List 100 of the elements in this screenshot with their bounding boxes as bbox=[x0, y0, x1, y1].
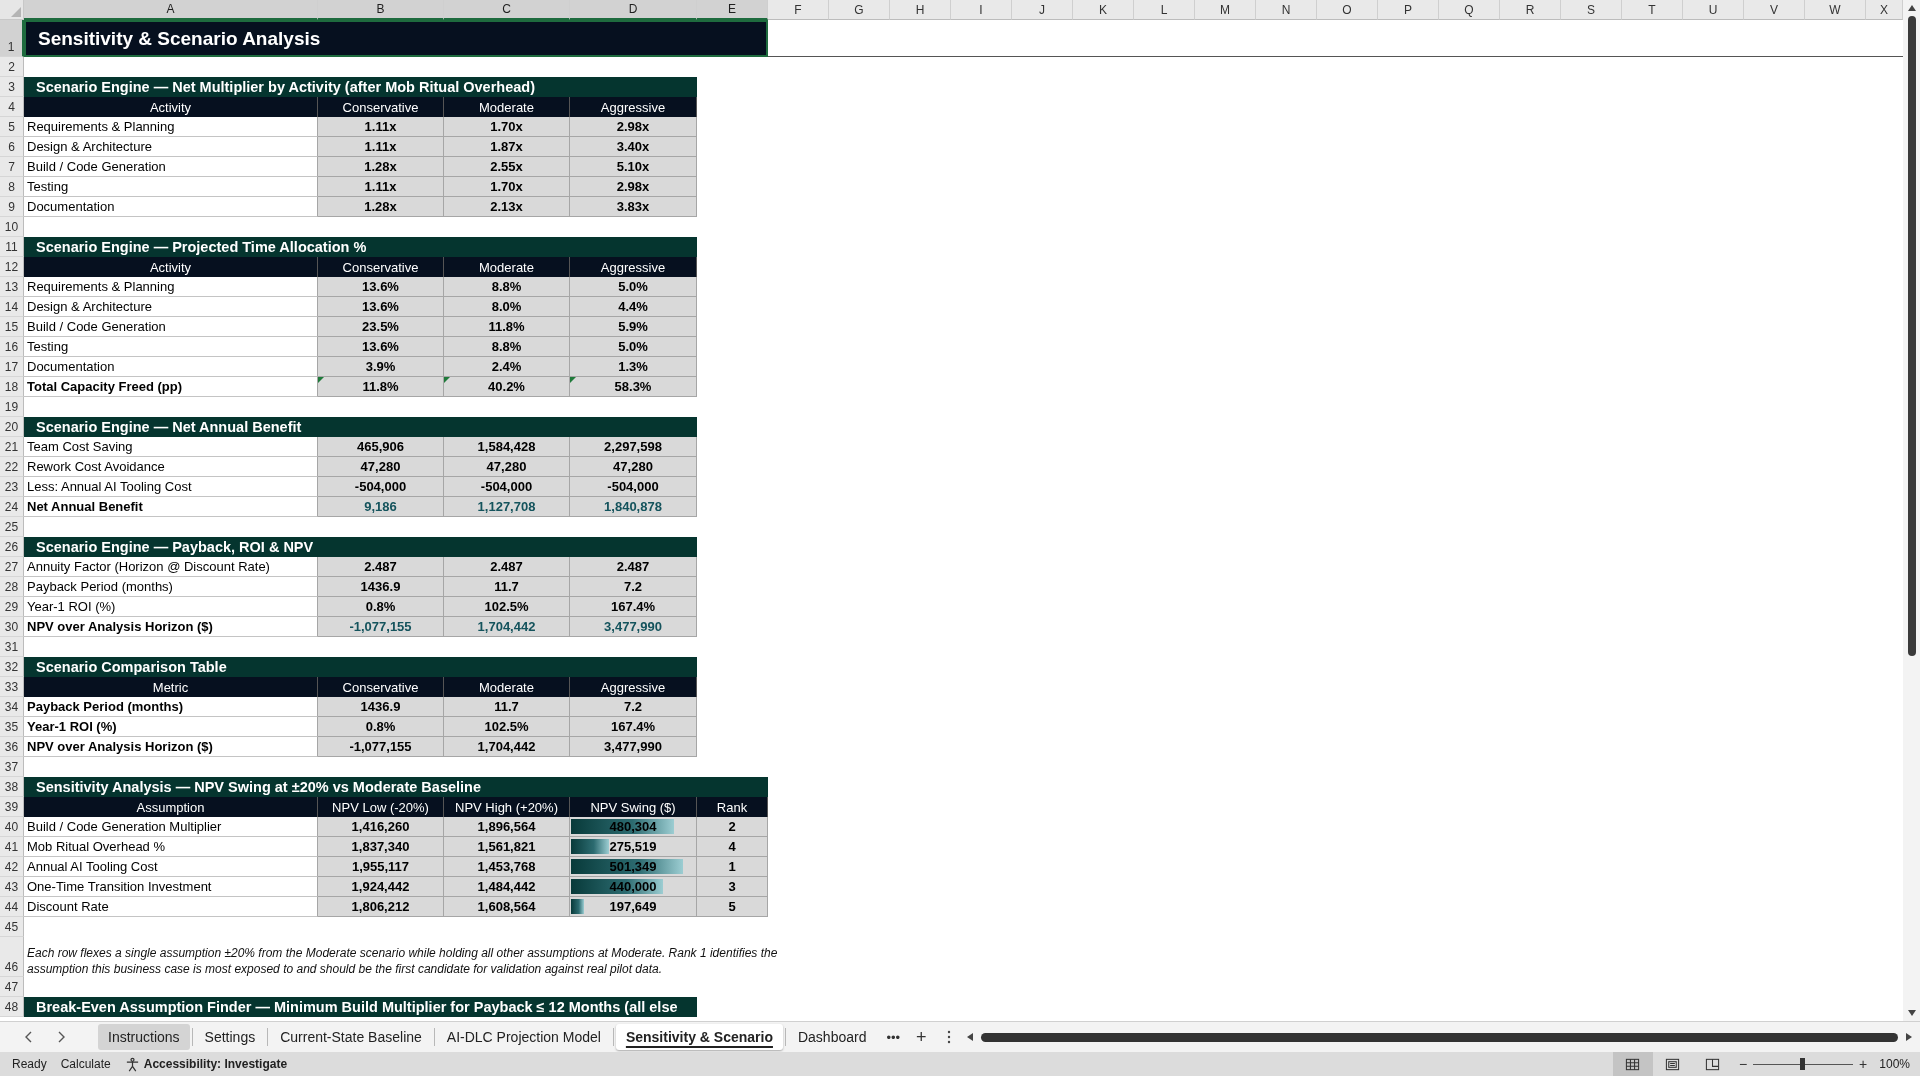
column-header[interactable]: Q bbox=[1439, 0, 1500, 20]
column-header[interactable]: G bbox=[829, 0, 890, 20]
value-cell: 440,000 bbox=[570, 877, 697, 897]
column-header[interactable]: T bbox=[1622, 0, 1683, 20]
zoom-slider-thumb[interactable] bbox=[1800, 1058, 1806, 1070]
row-number[interactable]: 23 bbox=[0, 477, 24, 497]
row-number[interactable]: 3 bbox=[0, 77, 24, 97]
horizontal-scrollbar-thumb[interactable] bbox=[980, 1032, 1898, 1042]
row-number[interactable]: 17 bbox=[0, 357, 24, 377]
row-number[interactable]: 12 bbox=[0, 257, 24, 277]
column-header[interactable]: R bbox=[1500, 0, 1561, 20]
row-number[interactable]: 39 bbox=[0, 797, 24, 817]
row-number[interactable]: 27 bbox=[0, 557, 24, 577]
row-number[interactable]: 11 bbox=[0, 237, 24, 257]
row-number[interactable]: 24 bbox=[0, 497, 24, 517]
column-header[interactable]: D bbox=[570, 0, 697, 20]
row-number[interactable]: 40 bbox=[0, 817, 24, 837]
value-cell: 1.28x bbox=[318, 197, 444, 217]
row-number[interactable]: 19 bbox=[0, 397, 24, 417]
row-number[interactable]: 38 bbox=[0, 777, 24, 797]
sheet-tab[interactable]: Instructions bbox=[98, 1024, 190, 1050]
column-header[interactable]: F bbox=[768, 0, 829, 20]
row-number[interactable]: 37 bbox=[0, 757, 24, 777]
column-header[interactable]: B bbox=[318, 0, 444, 20]
column-header[interactable]: M bbox=[1195, 0, 1256, 20]
sheet-tab[interactable]: Dashboard bbox=[787, 1024, 877, 1050]
vertical-scrollbar-thumb[interactable] bbox=[1907, 16, 1916, 656]
sheet-tab[interactable]: Sensitivity & Scenario bbox=[615, 1024, 783, 1050]
row-number[interactable]: 25 bbox=[0, 517, 24, 537]
column-header[interactable]: N bbox=[1256, 0, 1317, 20]
row-number[interactable]: 9 bbox=[0, 197, 24, 217]
column-header[interactable]: K bbox=[1073, 0, 1134, 20]
row-number[interactable]: 31 bbox=[0, 637, 24, 657]
add-sheet-button[interactable]: + bbox=[908, 1022, 935, 1052]
row-number[interactable]: 44 bbox=[0, 897, 24, 917]
sheet-tab[interactable]: Settings bbox=[194, 1024, 266, 1050]
normal-view-button[interactable] bbox=[1612, 1052, 1653, 1076]
accessibility-status[interactable]: Accessibility: Investigate bbox=[143, 1057, 288, 1071]
scroll-up-icon[interactable] bbox=[1906, 3, 1917, 13]
row-number[interactable]: 26 bbox=[0, 537, 24, 557]
row-number[interactable]: 46 bbox=[0, 937, 24, 977]
row-number[interactable]: 34 bbox=[0, 697, 24, 717]
row-number[interactable]: 10 bbox=[0, 217, 24, 237]
row-number[interactable]: 18 bbox=[0, 377, 24, 397]
column-header[interactable]: I bbox=[951, 0, 1012, 20]
row-number[interactable]: 7 bbox=[0, 157, 24, 177]
more-sheets-button[interactable]: ••• bbox=[878, 1025, 909, 1049]
zoom-in-button[interactable]: + bbox=[1853, 1056, 1874, 1072]
column-header[interactable]: J bbox=[1012, 0, 1073, 20]
sheet-tab[interactable]: Current-State Baseline bbox=[270, 1024, 432, 1050]
row-number[interactable]: 28 bbox=[0, 577, 24, 597]
column-header[interactable]: U bbox=[1683, 0, 1744, 20]
row-number[interactable]: 29 bbox=[0, 597, 24, 617]
next-sheet-icon[interactable] bbox=[56, 1030, 66, 1044]
row-number[interactable]: 42 bbox=[0, 857, 24, 877]
scroll-right-icon[interactable] bbox=[1904, 1032, 1914, 1042]
column-header[interactable]: L bbox=[1134, 0, 1195, 20]
column-header[interactable]: H bbox=[890, 0, 951, 20]
column-header[interactable]: W bbox=[1805, 0, 1866, 20]
row-number[interactable]: 36 bbox=[0, 737, 24, 757]
row-number[interactable]: 1 bbox=[0, 20, 24, 57]
sheet-tab[interactable]: AI-DLC Projection Model bbox=[436, 1024, 611, 1050]
row-number[interactable]: 22 bbox=[0, 457, 24, 477]
row-number[interactable]: 21 bbox=[0, 437, 24, 457]
row-number[interactable]: 41 bbox=[0, 837, 24, 857]
calculate-text[interactable]: Calculate bbox=[60, 1057, 111, 1071]
column-header[interactable]: V bbox=[1744, 0, 1805, 20]
row-number[interactable]: 8 bbox=[0, 177, 24, 197]
row-number[interactable]: 47 bbox=[0, 977, 24, 997]
row-number[interactable]: 30 bbox=[0, 617, 24, 637]
row-number[interactable]: 33 bbox=[0, 677, 24, 697]
row-number[interactable]: 43 bbox=[0, 877, 24, 897]
column-header[interactable]: C bbox=[444, 0, 570, 20]
row-number[interactable]: 32 bbox=[0, 657, 24, 677]
row-number[interactable]: 14 bbox=[0, 297, 24, 317]
row-number[interactable]: 4 bbox=[0, 97, 24, 117]
value-cell: 3,477,990 bbox=[570, 737, 697, 757]
row-number[interactable]: 45 bbox=[0, 917, 24, 937]
accessibility-icon[interactable] bbox=[124, 1056, 140, 1072]
column-header[interactable]: X bbox=[1866, 0, 1903, 20]
row-number[interactable]: 6 bbox=[0, 137, 24, 157]
row-number[interactable]: 20 bbox=[0, 417, 24, 437]
column-header[interactable]: A bbox=[24, 0, 318, 20]
row-number[interactable]: 13 bbox=[0, 277, 24, 297]
value-cell: 1,484,442 bbox=[444, 877, 570, 897]
row-number[interactable]: 2 bbox=[0, 57, 24, 77]
zoom-level[interactable]: 100% bbox=[1879, 1057, 1910, 1071]
column-header[interactable]: E bbox=[697, 0, 768, 20]
row-number[interactable]: 16 bbox=[0, 337, 24, 357]
row-number[interactable]: 35 bbox=[0, 717, 24, 737]
value-cell: 58.3% bbox=[570, 377, 697, 397]
zoom-out-button[interactable]: − bbox=[1732, 1056, 1754, 1072]
column-header[interactable]: O bbox=[1317, 0, 1378, 20]
previous-sheet-icon[interactable] bbox=[24, 1030, 34, 1044]
column-header[interactable]: P bbox=[1378, 0, 1439, 20]
row-number[interactable]: 48 bbox=[0, 997, 24, 1017]
column-header[interactable]: S bbox=[1561, 0, 1622, 20]
row-number[interactable]: 15 bbox=[0, 317, 24, 337]
row-number[interactable]: 5 bbox=[0, 117, 24, 137]
split-handle-icon[interactable] bbox=[946, 1030, 951, 1044]
